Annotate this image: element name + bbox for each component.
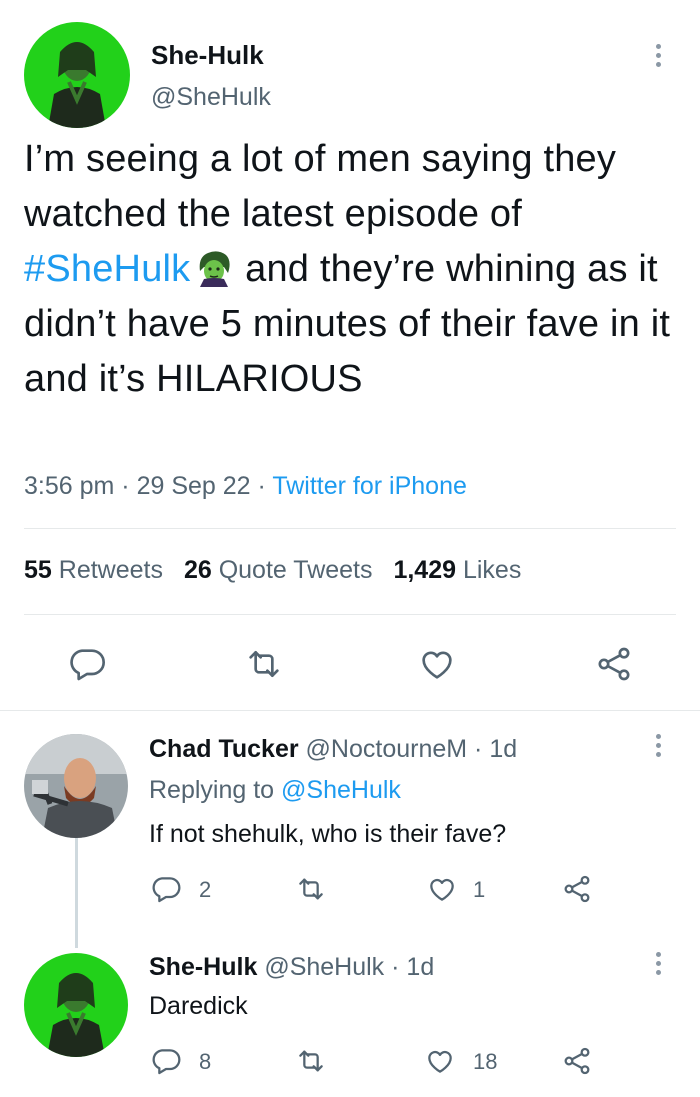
reply-author-name[interactable]: She-Hulk — [149, 953, 257, 981]
retweet-icon[interactable] — [295, 873, 327, 910]
quotes-stat[interactable]: 26 Quote Tweets — [184, 556, 373, 584]
like-icon[interactable] — [426, 873, 458, 910]
she-hulk-emoji-icon — [194, 247, 234, 287]
like-count: 18 — [473, 1049, 498, 1074]
tweet-text-part: I’m seeing a lot of men saying they watc… — [24, 138, 617, 235]
tweet-time[interactable]: 3:56 pm — [24, 472, 114, 500]
divider — [0, 710, 700, 711]
tweet-source[interactable]: Twitter for iPhone — [272, 472, 467, 500]
reply-author-name[interactable]: Chad Tucker — [149, 735, 299, 763]
reply-author-handle[interactable]: @SheHulk — [264, 953, 384, 981]
author-handle[interactable]: @SheHulk — [151, 83, 271, 112]
reply-age[interactable]: · 1d — [391, 953, 434, 981]
divider — [24, 614, 676, 615]
like-icon[interactable] — [417, 644, 457, 689]
share-icon[interactable] — [561, 1045, 593, 1082]
replying-to: Replying to @SheHulk — [149, 776, 401, 805]
likes-stat[interactable]: 1,429 Likes — [393, 556, 521, 584]
tweet-meta: 3:56 pm · 29 Sep 22 · Twitter for iPhone — [24, 472, 467, 501]
tweet-stats: 55 Retweets 26 Quote Tweets 1,429 Likes — [24, 556, 521, 585]
reply-count: 2 — [199, 877, 212, 902]
reply-header: Chad Tucker @NoctourneM · 1d — [149, 735, 517, 764]
replying-to-handle[interactable]: @SheHulk — [281, 776, 401, 804]
avatar-chad-tucker[interactable] — [24, 734, 128, 838]
reply-age[interactable]: · 1d — [474, 735, 517, 763]
retweet-icon[interactable] — [244, 644, 284, 689]
reply-icon[interactable] — [67, 644, 107, 689]
avatar-shehulk[interactable] — [24, 22, 130, 128]
reply-icon[interactable] — [150, 1045, 182, 1082]
separator: · — [121, 472, 130, 500]
like-count: 1 — [473, 877, 486, 902]
retweet-icon[interactable] — [295, 1045, 327, 1082]
more-options-icon[interactable] — [656, 44, 662, 71]
like-icon[interactable] — [424, 1045, 456, 1082]
thread-line — [75, 838, 78, 948]
hashtag-link[interactable]: #SheHulk — [24, 248, 190, 290]
share-icon[interactable] — [561, 873, 593, 910]
divider — [24, 528, 676, 529]
more-options-icon[interactable] — [656, 952, 662, 979]
reply-author-handle[interactable]: @NoctourneM — [306, 735, 468, 763]
author-name[interactable]: She-Hulk — [151, 40, 264, 71]
reply-count: 8 — [199, 1049, 212, 1074]
reply-text: If not shehulk, who is their fave? — [149, 820, 507, 848]
reply-text: Daredick — [149, 992, 248, 1020]
tweet-date[interactable]: 29 Sep 22 — [137, 472, 251, 500]
reply-icon[interactable] — [150, 873, 182, 910]
reply-header: She-Hulk @SheHulk · 1d — [149, 953, 434, 982]
share-icon[interactable] — [594, 644, 634, 689]
avatar-shehulk[interactable] — [24, 953, 128, 1057]
tweet-text: I’m seeing a lot of men saying they watc… — [24, 132, 674, 407]
retweets-stat[interactable]: 55 Retweets — [24, 556, 163, 584]
separator: · — [257, 472, 266, 500]
more-options-icon[interactable] — [656, 734, 662, 761]
replying-to-label: Replying to — [149, 776, 275, 804]
